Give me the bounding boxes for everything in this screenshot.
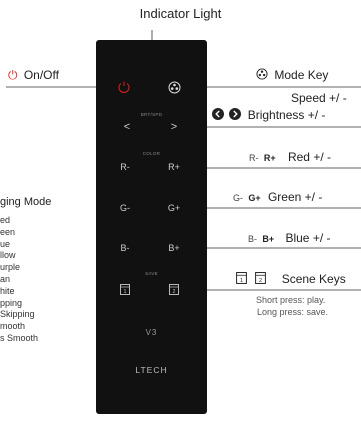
mode-item: llow — [0, 250, 16, 261]
power-icon: ⏻ — [8, 68, 18, 82]
red-minus-button[interactable]: R- — [113, 162, 137, 172]
on-off-callout: ⏻ On/Off — [8, 68, 59, 83]
right-arrow-icon — [229, 108, 242, 120]
red-minus-label: R- — [249, 153, 259, 163]
mode-key-callout: Mode Key — [256, 68, 328, 82]
save-label: SAVE — [145, 271, 158, 276]
power-icon[interactable] — [117, 80, 131, 94]
mode-item: Skipping — [0, 309, 35, 320]
speed-callout: Speed +/ - — [291, 91, 347, 105]
mode-item: mooth — [0, 321, 26, 332]
brightness-suffix: +/ - — [307, 108, 326, 122]
green-minus-label: G- — [233, 193, 243, 203]
short-press-note: Short press: play. — [256, 295, 326, 305]
green-minus-button[interactable]: G- — [113, 203, 137, 213]
mode-item: hite — [0, 285, 15, 296]
mode-item: urple — [0, 262, 21, 273]
green-callout: G- G+ Green +/ - — [233, 190, 322, 204]
scene-2-button[interactable]: 2 — [169, 284, 179, 295]
red-plus-button[interactable]: R+ — [162, 162, 186, 172]
mode-item: een — [0, 226, 16, 237]
blue-plus-label: B+ — [262, 234, 275, 244]
right-arrow-button[interactable]: > — [162, 121, 186, 133]
remote-control: BRT/SPD < > COLOR R- R+ G- G+ B- B+ SAVE… — [96, 40, 207, 414]
red-suffix: +/ - — [313, 150, 331, 164]
mode-icon — [256, 68, 268, 80]
changing-mode-list: ed een ue llow urple an hite pping Skipp… — [0, 215, 38, 345]
mode-icon[interactable] — [168, 81, 181, 94]
red-plus-label: R+ — [263, 153, 276, 163]
mode-item: ue — [0, 238, 11, 249]
left-arrow-icon — [212, 108, 224, 120]
scene-1-icon: 1 — [236, 272, 247, 284]
brt-spd-label: BRT/SPD — [140, 112, 163, 117]
scene-2-icon: 2 — [255, 272, 267, 284]
green-plus-button[interactable]: G+ — [162, 203, 186, 213]
svg-text:2: 2 — [173, 289, 176, 295]
green-label: Green — [267, 190, 302, 204]
scene-1-button[interactable]: 1 — [120, 284, 130, 295]
brightness-callout: Brightness +/ - — [212, 108, 325, 122]
changing-mode-title: ging Mode — [0, 196, 52, 208]
color-label: COLOR — [142, 151, 161, 156]
blue-minus-button[interactable]: B- — [113, 243, 137, 253]
speed-suffix: +/ - — [329, 91, 347, 105]
svg-text:1: 1 — [124, 289, 127, 295]
green-suffix: +/ - — [304, 190, 323, 204]
red-callout: R- R+ Red +/ - — [249, 150, 331, 164]
model-label: V3 — [145, 328, 158, 337]
indicator-light-label: Indicator Light — [139, 6, 222, 21]
green-plus-label: G+ — [248, 193, 261, 203]
blue-plus-button[interactable]: B+ — [162, 243, 186, 253]
mode-key-label: Mode Key — [274, 68, 329, 82]
blue-label: Blue — [285, 231, 310, 245]
left-arrow-button[interactable]: < — [115, 121, 139, 133]
long-press-note: Long press: save. — [257, 307, 329, 317]
mode-item: ed — [0, 215, 11, 225]
brightness-label: Brightness — [247, 108, 305, 122]
mode-item: pping — [0, 297, 23, 308]
scene-keys-callout: 1 2 Scene Keys — [236, 272, 346, 286]
scene-keys-label: Scene Keys — [281, 272, 346, 286]
blue-minus-label: B- — [248, 234, 257, 244]
blue-callout: B- B+ Blue +/ - — [248, 231, 331, 245]
svg-text:1: 1 — [240, 278, 243, 284]
on-off-label: On/Off — [23, 68, 59, 82]
mode-item: an — [0, 273, 11, 284]
mode-item: s Smooth — [0, 332, 39, 343]
blue-suffix: +/ - — [312, 231, 331, 245]
speed-label: Speed — [291, 91, 326, 105]
red-label: Red — [287, 150, 310, 164]
brand-logo: LTECH — [135, 365, 168, 375]
svg-text:2: 2 — [259, 278, 262, 284]
